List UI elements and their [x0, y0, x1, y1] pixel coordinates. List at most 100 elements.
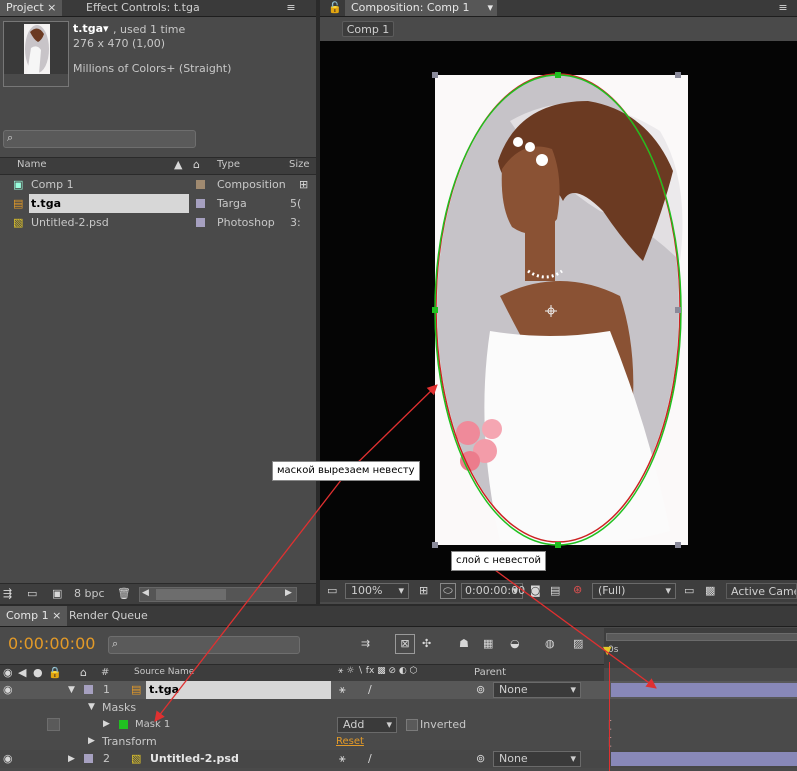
- panel-menu-icon[interactable]: ≡: [776, 1, 790, 14]
- lock-icon[interactable]: 🔓: [328, 1, 342, 14]
- lock-icon[interactable]: 🔒: [48, 666, 62, 679]
- layer-duration-bar[interactable]: [611, 752, 797, 766]
- search-input[interactable]: [20, 132, 194, 146]
- project-search-field[interactable]: ⌕: [3, 130, 196, 148]
- always-preview-icon[interactable]: ▭: [327, 584, 337, 597]
- twirl-right-icon[interactable]: ▶: [88, 733, 95, 750]
- frame-blending-icon[interactable]: ▦: [483, 637, 493, 650]
- close-icon[interactable]: ×: [47, 1, 56, 14]
- draft-3d-icon[interactable]: ✣: [422, 637, 431, 650]
- new-folder-icon[interactable]: ▭: [27, 587, 37, 600]
- parent-pickwhip-icon[interactable]: ⊚: [476, 681, 485, 699]
- label-color-chip[interactable]: [196, 199, 205, 208]
- trash-icon[interactable]: 🗑: [117, 587, 131, 600]
- graph-editor-icon[interactable]: ▨: [573, 637, 583, 650]
- project-item[interactable]: ▣ Comp 1 Composition ⊞: [0, 175, 316, 194]
- column-parent[interactable]: Parent: [474, 667, 506, 678]
- close-icon[interactable]: ×: [52, 609, 61, 622]
- horizontal-scrollbar[interactable]: ◀ ▶: [139, 587, 297, 602]
- layer-name[interactable]: Untitled-2.psd: [150, 750, 239, 768]
- project-item[interactable]: ▤ t.tga Targa 5(: [0, 194, 316, 213]
- quality-switch-icon[interactable]: ∕: [368, 750, 372, 768]
- column-size[interactable]: Size: [289, 159, 310, 170]
- layer-row[interactable]: ◉ ▼ 1 ▤ t.tga ⚹ ∕ ⊚ None: [0, 681, 797, 699]
- label-color-chip[interactable]: [196, 218, 205, 227]
- twirl-right-icon[interactable]: ▶: [68, 750, 75, 768]
- layer-row[interactable]: ◉ ▶ 2 ▧ Untitled-2.psd ⚹ ∕ ⊚ None: [0, 750, 797, 768]
- mask-name[interactable]: Mask 1: [135, 716, 170, 733]
- transform-row[interactable]: ▶ Transform Reset [: [0, 733, 797, 750]
- reset-link[interactable]: Reset: [336, 733, 364, 750]
- layer-name-field[interactable]: t.tga: [146, 681, 331, 699]
- twirl-right-icon[interactable]: ▶: [103, 716, 110, 733]
- transparency-grid-icon[interactable]: ▩: [705, 584, 715, 597]
- label-color-chip[interactable]: [84, 754, 93, 763]
- tab-comp1[interactable]: Comp 1 ×: [0, 606, 68, 626]
- twirl-down-icon[interactable]: ▼: [88, 699, 95, 716]
- time-ruler[interactable]: 0s ▼: [603, 628, 797, 668]
- sort-up-icon[interactable]: ▲: [174, 158, 182, 171]
- flowchart-icon[interactable]: ⊞: [299, 175, 308, 194]
- column-type[interactable]: Type: [217, 159, 240, 170]
- new-composition-icon[interactable]: ▣: [52, 587, 62, 600]
- channel-icon[interactable]: ⊛: [573, 583, 582, 596]
- switches-icon[interactable]: ⚹ ☼ ∖ fx ▩ ⊘ ◐ ⬡: [338, 666, 417, 676]
- chevron-down-icon[interactable]: ▾: [487, 0, 493, 16]
- timeline-timecode[interactable]: 0:00:00:00: [8, 634, 95, 653]
- mask-row[interactable]: ▶ Mask 1 Add Inverted [: [0, 716, 797, 733]
- comp-canvas[interactable]: [320, 41, 797, 580]
- zoom-dropdown[interactable]: 100%: [345, 583, 409, 599]
- composition-viewer[interactable]: [320, 41, 797, 580]
- current-time-indicator-icon[interactable]: ▼: [603, 644, 611, 657]
- motion-blur-icon[interactable]: ◒: [510, 637, 520, 650]
- scroll-right-icon[interactable]: ▶: [285, 588, 292, 598]
- label-color-chip[interactable]: [84, 685, 93, 694]
- resolution-dropdown[interactable]: (Full): [592, 583, 676, 599]
- eye-icon[interactable]: ◉: [3, 681, 13, 699]
- mask-color-chip[interactable]: [119, 720, 128, 729]
- chevron-down-icon[interactable]: ▾: [103, 22, 109, 35]
- timecode-field[interactable]: 0:00:00:00: [461, 583, 525, 599]
- panel-menu-icon[interactable]: ≡: [284, 1, 298, 14]
- brainstorm-icon[interactable]: ◍: [545, 637, 555, 650]
- camera-dropdown[interactable]: Active Came: [726, 583, 797, 599]
- timeline-search-field[interactable]: ⌕: [108, 636, 300, 654]
- work-area-bar[interactable]: [606, 633, 797, 641]
- live-update-icon[interactable]: ⊠: [395, 634, 415, 654]
- eye-icon[interactable]: ◉: [3, 750, 13, 768]
- column-name[interactable]: Name: [17, 159, 47, 170]
- mask-visibility-box[interactable]: [47, 718, 60, 731]
- audio-icon[interactable]: ◀: [18, 666, 26, 679]
- twirl-down-icon[interactable]: ▼: [68, 681, 75, 699]
- tab-project[interactable]: Project ×: [0, 0, 63, 16]
- snapshot-icon[interactable]: ◙: [530, 584, 541, 597]
- comp-breadcrumb-button[interactable]: Comp 1: [342, 21, 394, 37]
- parent-dropdown[interactable]: None: [493, 751, 581, 767]
- layer-duration-bar[interactable]: [611, 683, 797, 697]
- quality-switch-icon[interactable]: ∕: [368, 681, 372, 699]
- interpret-footage-icon[interactable]: ⇶: [3, 587, 12, 600]
- parent-dropdown[interactable]: None: [493, 682, 581, 698]
- label-color-chip[interactable]: [196, 180, 205, 189]
- show-snapshot-icon[interactable]: ▤: [550, 584, 560, 597]
- tab-render-queue[interactable]: Render Queue: [63, 606, 154, 626]
- label-tag-icon[interactable]: ⌂: [80, 666, 87, 679]
- project-item[interactable]: ▧ Untitled-2.psd Photoshop 3:: [0, 213, 316, 232]
- tab-effect-controls[interactable]: Effect Controls: t.tga: [80, 0, 206, 16]
- masks-group-row[interactable]: ▼ Masks: [0, 699, 797, 716]
- shy-switch-icon[interactable]: ⚹: [339, 681, 346, 699]
- label-tag-icon[interactable]: ⌂: [193, 158, 200, 171]
- parent-pickwhip-icon[interactable]: ⊚: [476, 750, 485, 768]
- mask-visibility-icon[interactable]: ⬭: [440, 583, 456, 599]
- mask-mode-dropdown[interactable]: Add: [337, 717, 397, 733]
- inverted-checkbox[interactable]: [406, 719, 418, 731]
- bpc-toggle[interactable]: 8 bpc: [74, 587, 105, 600]
- scroll-left-icon[interactable]: ◀: [142, 588, 149, 598]
- tab-composition[interactable]: Composition: Comp 1 ▾: [345, 0, 497, 16]
- grid-guide-icon[interactable]: ⊞: [419, 584, 428, 597]
- comp-mini-flowchart-icon[interactable]: ⇉: [361, 637, 370, 650]
- scroll-thumb[interactable]: [156, 589, 226, 600]
- region-of-interest-icon[interactable]: ▭: [684, 584, 694, 597]
- eye-icon[interactable]: ◉: [3, 666, 13, 679]
- hide-shy-icon[interactable]: ☗: [459, 637, 469, 650]
